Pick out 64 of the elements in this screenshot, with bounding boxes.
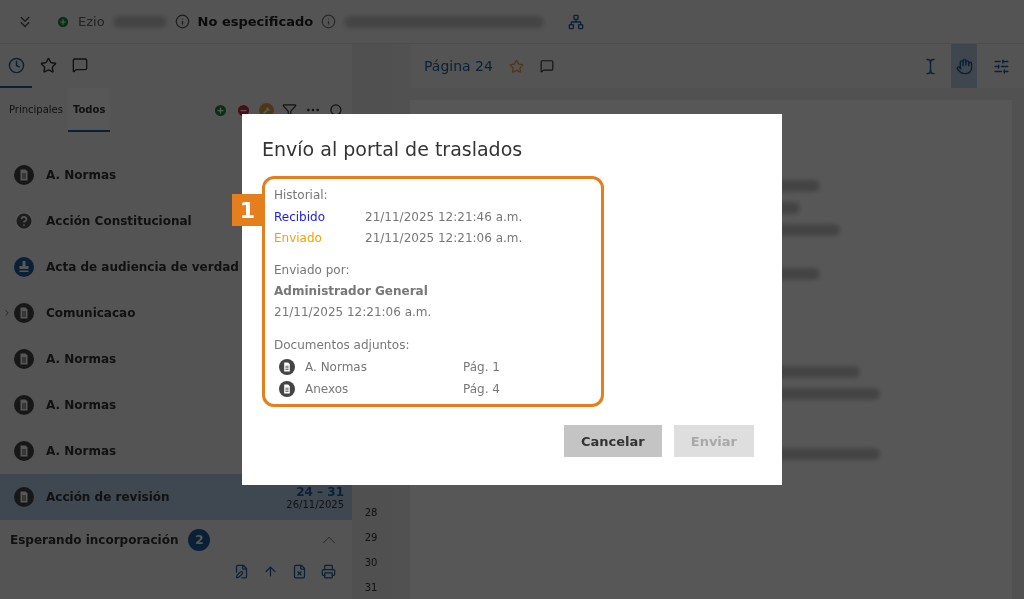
info-icon[interactable]: [321, 14, 337, 29]
item-label: A. Normas: [46, 352, 117, 366]
attachment-name: A. Normas: [305, 360, 368, 374]
comment-icon[interactable]: [539, 59, 554, 73]
settings-icon[interactable]: [993, 57, 1010, 75]
clock-icon[interactable]: [7, 56, 25, 74]
status-text: No especificado: [197, 14, 314, 29]
add-icon[interactable]: [213, 102, 228, 118]
line-number: 29: [364, 532, 378, 543]
document-icon: [279, 359, 295, 375]
status-time: 21/11/2025 12:21:06 a.m.: [365, 230, 523, 245]
cancel-button[interactable]: Cancelar: [564, 425, 662, 457]
attachment-name: Anexos: [305, 382, 350, 396]
document-icon: [14, 303, 34, 323]
upload-icon[interactable]: [263, 564, 278, 579]
edit-document-icon[interactable]: [234, 564, 249, 579]
print-icon[interactable]: [321, 564, 336, 579]
attachment-page: Pág. 1: [463, 360, 500, 374]
add-icon[interactable]: [56, 14, 70, 29]
item-date: 26/11/2025: [286, 498, 344, 510]
hand-tool-button[interactable]: [951, 44, 977, 88]
count-badge: 2: [188, 529, 211, 551]
attachment-page: Pág. 4: [463, 382, 500, 396]
item-label: Acción Constitucional: [46, 214, 192, 228]
info-icon[interactable]: [174, 14, 190, 29]
diagram-icon[interactable]: [568, 13, 585, 30]
document-list-item[interactable]: A. Normas: [0, 428, 352, 474]
star-icon[interactable]: [39, 56, 57, 74]
page-label: Página 24: [424, 58, 493, 74]
section-title: Esperando incorporación: [10, 533, 179, 547]
status-text: Enviado: [274, 230, 323, 245]
item-label: Acta de audiencia de verdad: [46, 260, 239, 274]
document-icon: [14, 165, 34, 185]
line-number: 31: [364, 582, 378, 593]
hand-icon[interactable]: [955, 57, 973, 75]
remove-document-icon[interactable]: [292, 564, 307, 579]
item-label: Comunicacao: [46, 306, 136, 320]
item-label: A. Normas: [46, 444, 117, 458]
remove-icon[interactable]: [236, 102, 251, 118]
star-icon[interactable]: [508, 58, 524, 74]
comment-icon[interactable]: [72, 57, 88, 73]
document-icon: [14, 349, 34, 369]
item-label: A. Normas: [46, 168, 117, 182]
document-icon: [279, 381, 295, 397]
item-label: A. Normas: [46, 398, 117, 412]
status-time: 21/11/2025 12:21:46 a.m.: [365, 209, 523, 224]
document-icon: [14, 441, 34, 461]
question-icon: [14, 211, 34, 231]
history-label: Historial:: [274, 187, 329, 204]
document-icon: [14, 395, 34, 415]
sender-name: Administrador General: [274, 283, 429, 300]
item-label: Acción de revisión: [46, 490, 170, 504]
line-number: 28: [364, 507, 378, 518]
sent-by-label: Enviado por:: [274, 262, 351, 279]
callout-number: 1: [232, 194, 263, 226]
stamp-icon: [14, 257, 34, 277]
status-text: Recibido: [274, 209, 327, 224]
filter-tab[interactable]: Principales: [4, 88, 68, 132]
document-icon: [14, 487, 34, 507]
attachments-label: Documentos adjuntos:: [274, 337, 411, 354]
line-number: 30: [364, 557, 378, 568]
dialog-title: Envío al portal de traslados: [262, 138, 524, 160]
sent-time: 21/11/2025 12:21:06 a.m.: [274, 304, 433, 321]
expand-icon[interactable]: [2, 308, 12, 318]
